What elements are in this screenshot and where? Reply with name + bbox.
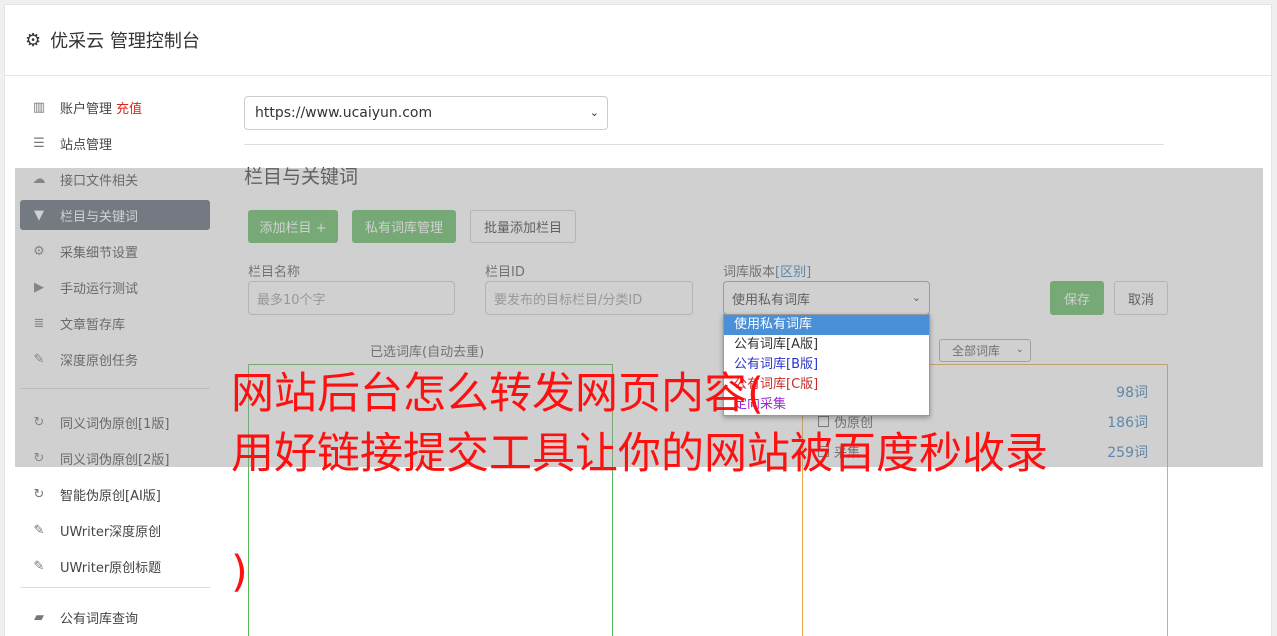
book-icon: ▰ [34, 609, 44, 625]
sidebar-item-public-lexicon[interactable]: ▰ 公有词库查询 [20, 602, 210, 632]
site-select-value: https://www.ucaiyun.com [255, 105, 433, 121]
sidebar-item-sites[interactable]: ☰ 站点管理 [20, 128, 210, 158]
refresh-icon: ↻ [33, 486, 45, 502]
divider [244, 144, 1164, 145]
sidebar-item-label: 账户管理 [60, 101, 113, 117]
sidebar-item-account[interactable]: ▥ 账户管理 充值 [20, 92, 210, 122]
site-select[interactable]: https://www.ucaiyun.com ⌄ [244, 96, 608, 130]
sidebar-item-label: UWriter原创标题 [60, 560, 162, 576]
server-icon: ☰ [33, 135, 45, 151]
header: ⚙ 优采云 管理控制台 [5, 5, 1271, 76]
bar-chart-icon: ▥ [32, 99, 46, 115]
gear-icon: ⚙ [25, 29, 42, 51]
overlay-banner-line-2: 用好链接提交工具让你的网站被百度秒收录 [231, 429, 1048, 479]
sidebar-item-ai-rewrite[interactable]: ↻ 智能伪原创[AI版] [20, 479, 210, 509]
sidebar-item-label: 公有词库查询 [60, 611, 139, 627]
edit-icon: ✎ [33, 558, 45, 574]
dropdown-option[interactable]: 公有词库[A版] [724, 335, 929, 355]
sidebar-item-label: UWriter深度原创 [60, 524, 162, 540]
overlay-banner-line-1: 网站后台怎么转发网页内容( [231, 369, 764, 419]
app-title: 优采云 管理控制台 [50, 31, 200, 52]
sidebar-divider [20, 587, 210, 588]
sidebar-item-uwriter-deep[interactable]: ✎ UWriter深度原创 [20, 515, 210, 545]
dropdown-option[interactable]: 使用私有词库 [724, 315, 929, 335]
sidebar-item-label: 站点管理 [60, 137, 113, 153]
overlay-banner-line-3: ) [231, 547, 248, 597]
chevron-down-icon: ⌄ [589, 106, 599, 119]
recharge-link[interactable]: 充值 [116, 98, 142, 117]
sidebar-item-label: 智能伪原创[AI版] [60, 488, 161, 504]
gray-overlay [15, 168, 1263, 467]
edit-icon: ✎ [33, 522, 45, 538]
sidebar-item-uwriter-title[interactable]: ✎ UWriter原创标题 [20, 551, 210, 581]
